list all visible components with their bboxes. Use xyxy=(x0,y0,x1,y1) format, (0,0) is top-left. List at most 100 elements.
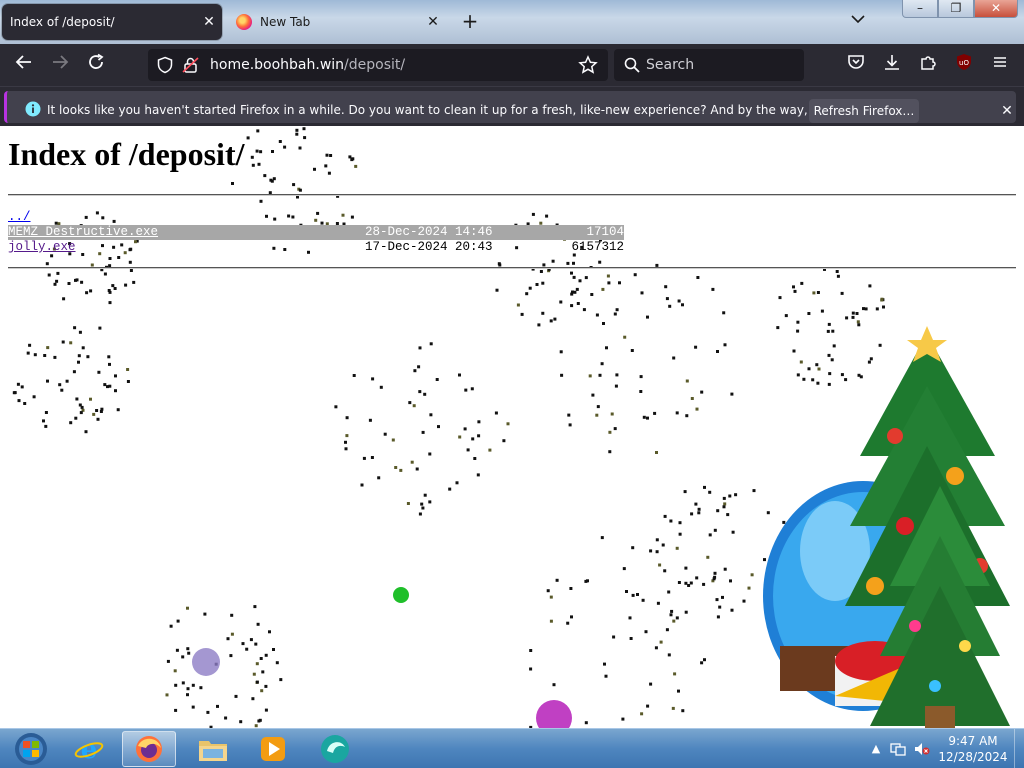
browser-app-taskbar-button[interactable] xyxy=(308,731,362,767)
noise-dot xyxy=(89,397,92,401)
file-row: jolly.exe 17-Dec-2024 20:43 6157312 xyxy=(8,240,624,255)
tab-close-icon[interactable]: ✕ xyxy=(420,14,446,30)
noise-dot xyxy=(677,299,681,303)
green-sprite-icon xyxy=(393,587,409,603)
noise-dot xyxy=(649,549,653,553)
noise-dot xyxy=(614,384,618,388)
noise-dot xyxy=(75,397,79,401)
downloads-icon[interactable] xyxy=(880,53,904,77)
noise-dot xyxy=(588,374,592,378)
taskbar-clock[interactable]: 9:47 AM 12/28/2024 xyxy=(938,733,1008,765)
media-player-taskbar-button[interactable] xyxy=(246,731,300,767)
noise-dot xyxy=(552,683,556,687)
network-tray-icon[interactable] xyxy=(890,741,906,757)
noise-dot xyxy=(633,273,637,277)
noise-dot xyxy=(612,635,616,639)
noise-dot xyxy=(256,622,260,626)
tab-close-icon[interactable]: ✕ xyxy=(196,14,222,30)
tracking-shield-icon[interactable] xyxy=(156,56,174,78)
info-icon xyxy=(25,101,43,119)
start-orb-button[interactable] xyxy=(4,731,58,767)
insecure-lock-icon[interactable] xyxy=(182,56,200,78)
noise-dot xyxy=(665,297,669,301)
noise-dot xyxy=(570,304,574,308)
list-all-tabs-chevron-icon[interactable] xyxy=(846,12,870,32)
noise-dot xyxy=(89,289,93,293)
noise-dot xyxy=(324,164,328,168)
refresh-firefox-button[interactable]: Refresh Firefox… xyxy=(809,99,919,123)
noise-dot xyxy=(245,647,249,651)
internet-explorer-taskbar-button[interactable]: e xyxy=(62,731,116,767)
noise-dot xyxy=(257,162,261,166)
notification-close-icon[interactable]: ✕ xyxy=(997,101,1017,121)
tray-expand-icon[interactable]: ▲ xyxy=(868,741,884,757)
noise-dot xyxy=(255,662,259,666)
noise-dot xyxy=(85,291,89,295)
noise-dot xyxy=(96,417,100,421)
noise-dot xyxy=(541,281,545,285)
noise-dot xyxy=(655,451,658,454)
minimize-button[interactable]: – xyxy=(902,0,938,18)
search-box[interactable]: Search xyxy=(614,49,804,81)
volume-muted-tray-icon[interactable] xyxy=(914,741,930,757)
noise-dot xyxy=(423,392,427,396)
noise-dot xyxy=(553,317,557,321)
tab-title: Index of /deposit/ xyxy=(10,15,115,29)
noise-dot xyxy=(278,140,282,143)
file-link[interactable]: jolly.exe xyxy=(8,240,76,254)
noise-dot xyxy=(334,405,338,409)
noise-dot xyxy=(108,301,112,305)
reload-icon[interactable] xyxy=(84,53,108,77)
noise-dot xyxy=(116,408,120,412)
noise-dot xyxy=(800,281,804,285)
firefox-taskbar-button[interactable] xyxy=(122,731,176,767)
noise-dot xyxy=(61,340,65,344)
tab-new-tab[interactable]: New Tab ✕ xyxy=(226,4,446,40)
noise-dot xyxy=(477,434,481,438)
file-explorer-taskbar-button[interactable] xyxy=(186,731,240,767)
noise-dot xyxy=(713,575,717,579)
noise-dot xyxy=(516,303,520,307)
notification-panel: It looks like you haven't started Firefo… xyxy=(4,91,1016,123)
bookmark-star-icon[interactable] xyxy=(578,55,598,79)
noise-dot xyxy=(206,710,210,714)
hamburger-menu-icon[interactable] xyxy=(988,53,1012,77)
restore-button[interactable]: ❐ xyxy=(938,0,974,18)
noise-dot xyxy=(667,590,671,594)
noise-dot xyxy=(546,589,550,593)
noise-dot xyxy=(542,263,546,267)
noise-dot xyxy=(529,667,533,671)
noise-dot xyxy=(678,532,682,536)
noise-dot xyxy=(80,280,84,284)
noise-dot xyxy=(74,416,78,420)
show-desktop-button[interactable] xyxy=(1014,729,1024,768)
noise-dot xyxy=(687,584,691,587)
noise-dot xyxy=(186,647,190,651)
internet-explorer-icon: e xyxy=(74,735,104,764)
noise-dot xyxy=(259,657,263,660)
back-arrow-icon[interactable] xyxy=(12,53,36,77)
url-bar[interactable]: home.boohbah.win/deposit/ xyxy=(148,49,608,81)
noise-dot xyxy=(216,704,219,708)
parent-directory-link[interactable]: ../ xyxy=(8,210,31,224)
noise-dot xyxy=(711,287,715,291)
file-link[interactable]: MEMZ_Destructive.exe xyxy=(8,225,158,239)
noise-dot xyxy=(77,354,81,358)
noise-dot xyxy=(639,375,643,379)
tab-index-deposit[interactable]: Index of /deposit/ ✕ xyxy=(2,4,222,40)
pocket-icon[interactable] xyxy=(844,53,868,77)
forward-arrow-icon[interactable] xyxy=(48,53,72,77)
noise-dot xyxy=(379,385,383,389)
ublock-origin-icon[interactable]: uO xyxy=(952,53,976,77)
noise-dot xyxy=(62,297,66,301)
extensions-puzzle-icon[interactable] xyxy=(916,53,940,77)
noise-dot xyxy=(615,373,619,377)
close-window-button[interactable]: ✕ xyxy=(974,0,1018,18)
noise-dot xyxy=(418,512,422,516)
new-tab-plus-icon[interactable]: + xyxy=(458,10,482,34)
noise-dot xyxy=(391,438,395,442)
noise-dot xyxy=(470,387,474,391)
noise-dot xyxy=(16,382,20,386)
noise-dot xyxy=(292,183,296,187)
noise-dot xyxy=(174,708,178,712)
